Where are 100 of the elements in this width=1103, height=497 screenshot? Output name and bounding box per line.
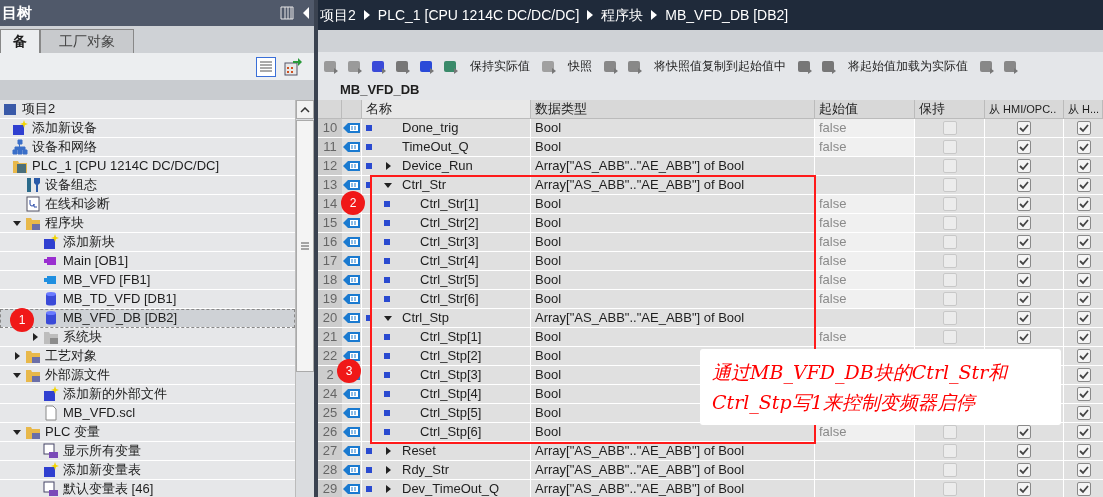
collapse-caret-icon[interactable] bbox=[384, 314, 392, 322]
retain-checkbox[interactable] bbox=[942, 178, 957, 192]
retain-checkbox[interactable] bbox=[942, 330, 957, 344]
hmi-access-checkbox[interactable] bbox=[1017, 140, 1031, 154]
hmi-access-checkbox[interactable] bbox=[1017, 482, 1031, 496]
hmi-access-checkbox[interactable] bbox=[1017, 425, 1031, 439]
expand-caret-icon[interactable] bbox=[384, 447, 392, 455]
retain-checkbox[interactable] bbox=[942, 235, 957, 249]
hmi-visible-checkbox[interactable] bbox=[1076, 159, 1091, 173]
hmi-visible-checkbox[interactable] bbox=[1076, 463, 1091, 477]
toolbar-icon[interactable] bbox=[346, 58, 364, 74]
tree-item[interactable]: PLC 变量 bbox=[0, 423, 295, 442]
scrollbar[interactable] bbox=[295, 100, 314, 497]
expand-caret-icon[interactable] bbox=[13, 352, 21, 360]
collapse-caret-icon[interactable] bbox=[384, 181, 392, 189]
tree-item[interactable]: 显示所有变量 bbox=[0, 442, 295, 461]
column-header[interactable]: 保持 bbox=[915, 100, 985, 118]
toolbar-icon[interactable] bbox=[602, 58, 620, 74]
hmi-access-checkbox[interactable] bbox=[1017, 159, 1031, 173]
toolbar-icon[interactable] bbox=[418, 58, 436, 74]
hmi-access-checkbox[interactable] bbox=[1017, 178, 1031, 192]
tree-tab[interactable]: 备 bbox=[0, 29, 40, 53]
details-view-icon[interactable] bbox=[256, 56, 276, 77]
column-header[interactable]: 名称 bbox=[362, 100, 531, 118]
toolbar-icon[interactable] bbox=[322, 58, 340, 74]
hmi-access-checkbox[interactable] bbox=[1017, 235, 1031, 249]
collapse-caret-icon[interactable] bbox=[13, 219, 21, 227]
hmi-access-checkbox[interactable] bbox=[1017, 311, 1031, 325]
retain-checkbox[interactable] bbox=[942, 463, 957, 477]
collapse-caret-icon[interactable] bbox=[13, 371, 21, 379]
column-header[interactable]: 起始值 bbox=[815, 100, 915, 118]
tree-item[interactable]: 添加新设备 bbox=[0, 119, 295, 138]
hmi-visible-checkbox[interactable] bbox=[1076, 330, 1091, 344]
hmi-visible-checkbox[interactable] bbox=[1076, 197, 1091, 211]
tree-item[interactable]: 项目2 bbox=[0, 100, 295, 119]
retain-checkbox[interactable] bbox=[942, 254, 957, 268]
hmi-visible-checkbox[interactable] bbox=[1076, 121, 1091, 135]
hmi-access-checkbox[interactable] bbox=[1017, 444, 1031, 458]
expand-caret-icon[interactable] bbox=[31, 333, 39, 341]
toolbar-icon[interactable] bbox=[1002, 58, 1020, 74]
toolbar-button[interactable]: 快照 bbox=[564, 57, 596, 75]
hmi-visible-checkbox[interactable] bbox=[1076, 216, 1091, 230]
tree-item[interactable]: 默认变量表 [46] bbox=[0, 480, 295, 497]
hmi-visible-checkbox[interactable] bbox=[1076, 292, 1091, 306]
breadcrumb-link[interactable]: 程序块 bbox=[601, 4, 644, 26]
toolbar-icon[interactable] bbox=[796, 58, 814, 74]
hmi-visible-checkbox[interactable] bbox=[1076, 368, 1091, 382]
tree-item[interactable]: 外部源文件 bbox=[0, 366, 295, 385]
scroll-up-icon[interactable] bbox=[300, 106, 310, 113]
tree-item[interactable]: 添加新块 bbox=[0, 233, 295, 252]
retain-checkbox[interactable] bbox=[942, 273, 957, 287]
toolbar-button[interactable]: 将快照值复制到起始值中 bbox=[650, 57, 790, 75]
hmi-visible-checkbox[interactable] bbox=[1076, 444, 1091, 458]
hmi-access-checkbox[interactable] bbox=[1017, 273, 1031, 287]
hmi-access-checkbox[interactable] bbox=[1017, 216, 1031, 230]
toolbar-icon[interactable] bbox=[978, 58, 996, 74]
toolbar-icon[interactable] bbox=[370, 58, 388, 74]
expand-caret-icon[interactable] bbox=[384, 466, 392, 474]
tree-item[interactable]: 程序块 bbox=[0, 214, 295, 233]
tree-item[interactable]: 设备和网络 bbox=[0, 138, 295, 157]
collapse-caret-icon[interactable] bbox=[13, 428, 21, 436]
hmi-access-checkbox[interactable] bbox=[1017, 463, 1031, 477]
retain-checkbox[interactable] bbox=[942, 425, 957, 439]
breadcrumb-link[interactable]: MB_VFD_DB [DB2] bbox=[665, 4, 789, 26]
hmi-visible-checkbox[interactable] bbox=[1076, 235, 1091, 249]
column-header[interactable]: 从 H... bbox=[1064, 100, 1103, 118]
tree-item[interactable]: 在线和诊断 bbox=[0, 195, 295, 214]
tree-item[interactable]: MB_VFD.scl bbox=[0, 404, 295, 423]
expand-caret-icon[interactable] bbox=[384, 162, 392, 170]
column-header[interactable]: 数据类型 bbox=[531, 100, 815, 118]
retain-checkbox[interactable] bbox=[942, 197, 957, 211]
retain-checkbox[interactable] bbox=[942, 292, 957, 306]
toolbar-icon[interactable] bbox=[626, 58, 644, 74]
hmi-visible-checkbox[interactable] bbox=[1076, 482, 1091, 496]
export-table-icon[interactable] bbox=[284, 57, 302, 76]
hmi-visible-checkbox[interactable] bbox=[1076, 311, 1091, 325]
expand-caret-icon[interactable] bbox=[384, 485, 392, 493]
hmi-access-checkbox[interactable] bbox=[1017, 330, 1031, 344]
retain-checkbox[interactable] bbox=[942, 444, 957, 458]
retain-checkbox[interactable] bbox=[942, 311, 957, 325]
hmi-visible-checkbox[interactable] bbox=[1076, 254, 1091, 268]
retain-checkbox[interactable] bbox=[942, 482, 957, 496]
retain-checkbox[interactable] bbox=[942, 121, 957, 135]
column-header[interactable]: 从 HMI/OPC.. bbox=[985, 100, 1064, 118]
tree-item[interactable]: 添加新变量表 bbox=[0, 461, 295, 480]
retain-checkbox[interactable] bbox=[942, 140, 957, 154]
toolbar-button[interactable]: 保持实际值 bbox=[466, 57, 534, 75]
hmi-visible-checkbox[interactable] bbox=[1076, 178, 1091, 192]
breadcrumb-link[interactable]: 项目2 bbox=[320, 4, 356, 26]
hmi-access-checkbox[interactable] bbox=[1017, 197, 1031, 211]
tree-item[interactable]: 设备组态 bbox=[0, 176, 295, 195]
hmi-visible-checkbox[interactable] bbox=[1076, 349, 1091, 363]
retain-checkbox[interactable] bbox=[942, 159, 957, 173]
hmi-visible-checkbox[interactable] bbox=[1076, 140, 1091, 154]
panel-layout-icon[interactable] bbox=[280, 6, 294, 20]
tree-item[interactable]: PLC_1 [CPU 1214C DC/DC/DC] bbox=[0, 157, 295, 176]
collapse-panel-icon[interactable] bbox=[302, 6, 310, 20]
hmi-access-checkbox[interactable] bbox=[1017, 121, 1031, 135]
hmi-visible-checkbox[interactable] bbox=[1076, 406, 1091, 420]
retain-checkbox[interactable] bbox=[942, 216, 957, 230]
